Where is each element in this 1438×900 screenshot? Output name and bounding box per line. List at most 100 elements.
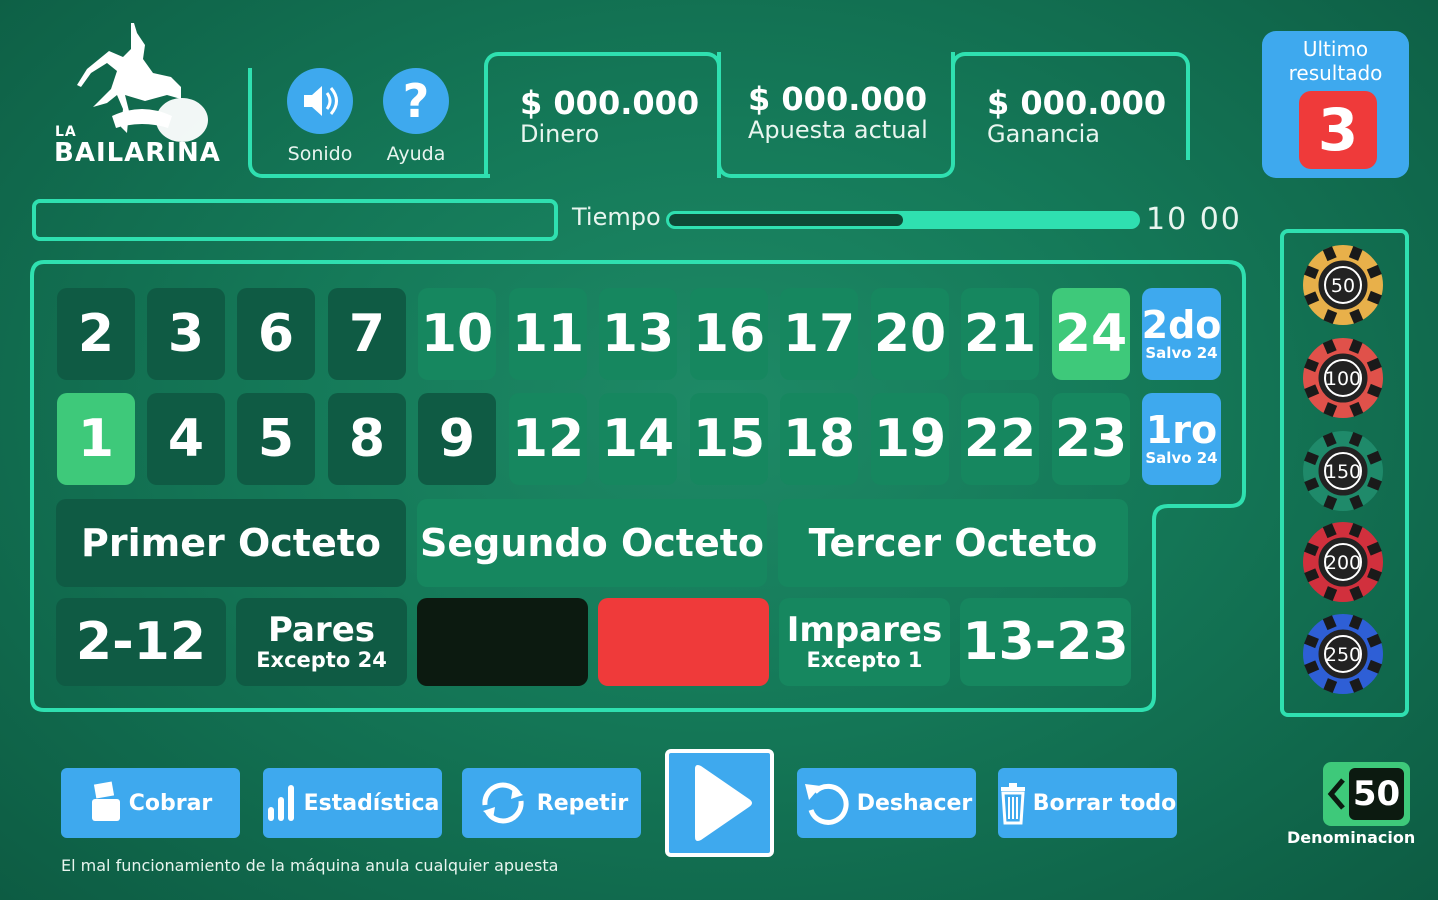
bet-red[interactable]	[598, 598, 769, 686]
chip-value: 250	[1325, 644, 1361, 666]
bet-tercer-octeto[interactable]: Tercer Octeto	[778, 499, 1128, 587]
apuesta-label: Apuesta actual	[748, 116, 928, 144]
bet-pares-label: Pares	[267, 610, 375, 650]
question-icon: ?	[402, 74, 430, 128]
bet-impares[interactable]: Impares Excepto 1	[779, 598, 950, 686]
number-cell-5[interactable]: 5	[237, 393, 315, 485]
logo: LA BAILARINA	[52, 20, 227, 175]
play-icon	[694, 765, 752, 841]
trash-icon	[1000, 783, 1025, 825]
sound-button[interactable]	[287, 68, 353, 134]
number-cell-9[interactable]: 9	[418, 393, 496, 485]
number-cell-8[interactable]: 8	[328, 393, 406, 485]
borrar-todo-label: Borrar todo	[1032, 790, 1177, 816]
chip-value: 150	[1325, 461, 1361, 483]
number-cell-6[interactable]: 6	[237, 288, 315, 380]
repetir-button[interactable]: Repetir	[462, 768, 641, 838]
cobrar-label: Cobrar	[128, 790, 213, 816]
ganancia-box: $ 000.000 Ganancia	[951, 52, 1190, 160]
speaker-icon	[304, 86, 338, 116]
chip-200[interactable]: 200	[1301, 520, 1385, 604]
bet-pares-sub: Excepto 24	[256, 648, 387, 672]
number-cell-19[interactable]: 19	[871, 393, 949, 485]
number-cell-2[interactable]: 2	[57, 288, 135, 380]
bet-1ro-label: 1ro	[1145, 408, 1218, 452]
last-result-number: 3	[1299, 91, 1377, 169]
denominacion-label: Denominacion	[1287, 828, 1416, 847]
number-cell-11[interactable]: 11	[509, 288, 587, 380]
dinero-box: $ 000.000 Dinero	[484, 52, 721, 178]
help-button[interactable]: ?	[383, 68, 449, 134]
deshacer-button[interactable]: Deshacer	[797, 768, 976, 838]
number-cell-7[interactable]: 7	[328, 288, 406, 380]
number-cell-15[interactable]: 15	[690, 393, 768, 485]
chevron-left-icon	[1327, 778, 1345, 810]
bet-primer-octeto[interactable]: Primer Octeto	[56, 499, 406, 587]
number-cell-14[interactable]: 14	[599, 393, 677, 485]
last-result-panel: Ultimo resultado 3	[1262, 31, 1409, 178]
bet-2do-sub: Salvo 24	[1145, 344, 1218, 362]
bet-impares-sub: Excepto 1	[806, 648, 923, 672]
play-button[interactable]	[665, 749, 774, 857]
number-cell-17[interactable]: 17	[780, 288, 858, 380]
number-cell-12[interactable]: 12	[509, 393, 587, 485]
bet-2-12[interactable]: 2-12	[56, 598, 226, 686]
number-cell-13[interactable]: 13	[599, 288, 677, 380]
number-cell-21[interactable]: 21	[961, 288, 1039, 380]
apuesta-box: $ 000.000 Apuesta actual	[717, 52, 955, 178]
bet-1ro-sub: Salvo 24	[1145, 449, 1218, 467]
number-cell-1[interactable]: 1	[57, 393, 135, 485]
number-cell-4[interactable]: 4	[147, 393, 225, 485]
number-cell-3[interactable]: 3	[147, 288, 225, 380]
bet-1ro-salvo-24[interactable]: 1ro Salvo 24	[1142, 393, 1221, 485]
timer-label: Tiempo	[572, 203, 661, 231]
bet-segundo-octeto[interactable]: Segundo Octeto	[417, 499, 767, 587]
sound-label: Sonido	[287, 143, 353, 165]
chip-250[interactable]: 250	[1301, 612, 1385, 696]
chip-value: 100	[1325, 368, 1361, 390]
apuesta-value: $ 000.000	[748, 80, 928, 118]
bet-13-23[interactable]: 13-23	[960, 598, 1131, 686]
deshacer-label: Deshacer	[856, 790, 973, 816]
repeat-icon	[482, 782, 524, 824]
chip-100[interactable]: 100	[1301, 336, 1385, 420]
estadistica-label: Estadística	[303, 790, 440, 816]
cobrar-button[interactable]: Cobrar	[61, 768, 240, 838]
number-cell-20[interactable]: 20	[871, 288, 949, 380]
help-label: Ayuda	[386, 143, 446, 165]
bet-black[interactable]	[417, 598, 588, 686]
denominacion-value: 50	[1349, 768, 1404, 820]
collect-icon	[91, 781, 120, 821]
message-bar	[32, 199, 558, 241]
repetir-label: Repetir	[536, 790, 629, 816]
bet-2do-salvo-24[interactable]: 2do Salvo 24	[1142, 288, 1221, 380]
disclaimer-text: El mal funcionamiento de la máquina anul…	[61, 856, 559, 875]
timer-bar-elapsed	[669, 214, 903, 226]
number-cell-24[interactable]: 24	[1052, 288, 1130, 380]
estadistica-button[interactable]: Estadística	[263, 768, 442, 838]
number-cell-22[interactable]: 22	[961, 393, 1039, 485]
dinero-value: $ 000.000	[520, 84, 700, 122]
chip-150[interactable]: 150	[1301, 429, 1385, 513]
number-cell-23[interactable]: 23	[1052, 393, 1130, 485]
undo-icon	[804, 783, 849, 825]
borrar-todo-button[interactable]: Borrar todo	[998, 768, 1177, 838]
denominacion-button[interactable]: 50	[1323, 762, 1410, 826]
bet-pares[interactable]: Pares Excepto 24	[236, 598, 407, 686]
chip-icon: 200	[1303, 522, 1383, 602]
bet-2do-label: 2do	[1141, 303, 1222, 347]
number-cell-10[interactable]: 10	[418, 288, 496, 380]
bar-chart-icon	[267, 785, 294, 821]
logo-text-bailarina: BAILARINA	[54, 138, 221, 168]
chip-50[interactable]: 50	[1301, 243, 1385, 327]
chip-icon: 250	[1303, 614, 1383, 694]
number-cell-16[interactable]: 16	[690, 288, 768, 380]
dinero-label: Dinero	[520, 120, 600, 148]
number-cell-18[interactable]: 18	[780, 393, 858, 485]
last-result-label: Ultimo resultado	[1288, 37, 1383, 85]
ganancia-value: $ 000.000	[987, 84, 1167, 122]
chip-icon: 150	[1303, 431, 1383, 511]
bet-impares-label: Impares	[786, 610, 943, 650]
timer-value: 10 00	[1146, 202, 1242, 237]
ganancia-label: Ganancia	[987, 120, 1101, 148]
